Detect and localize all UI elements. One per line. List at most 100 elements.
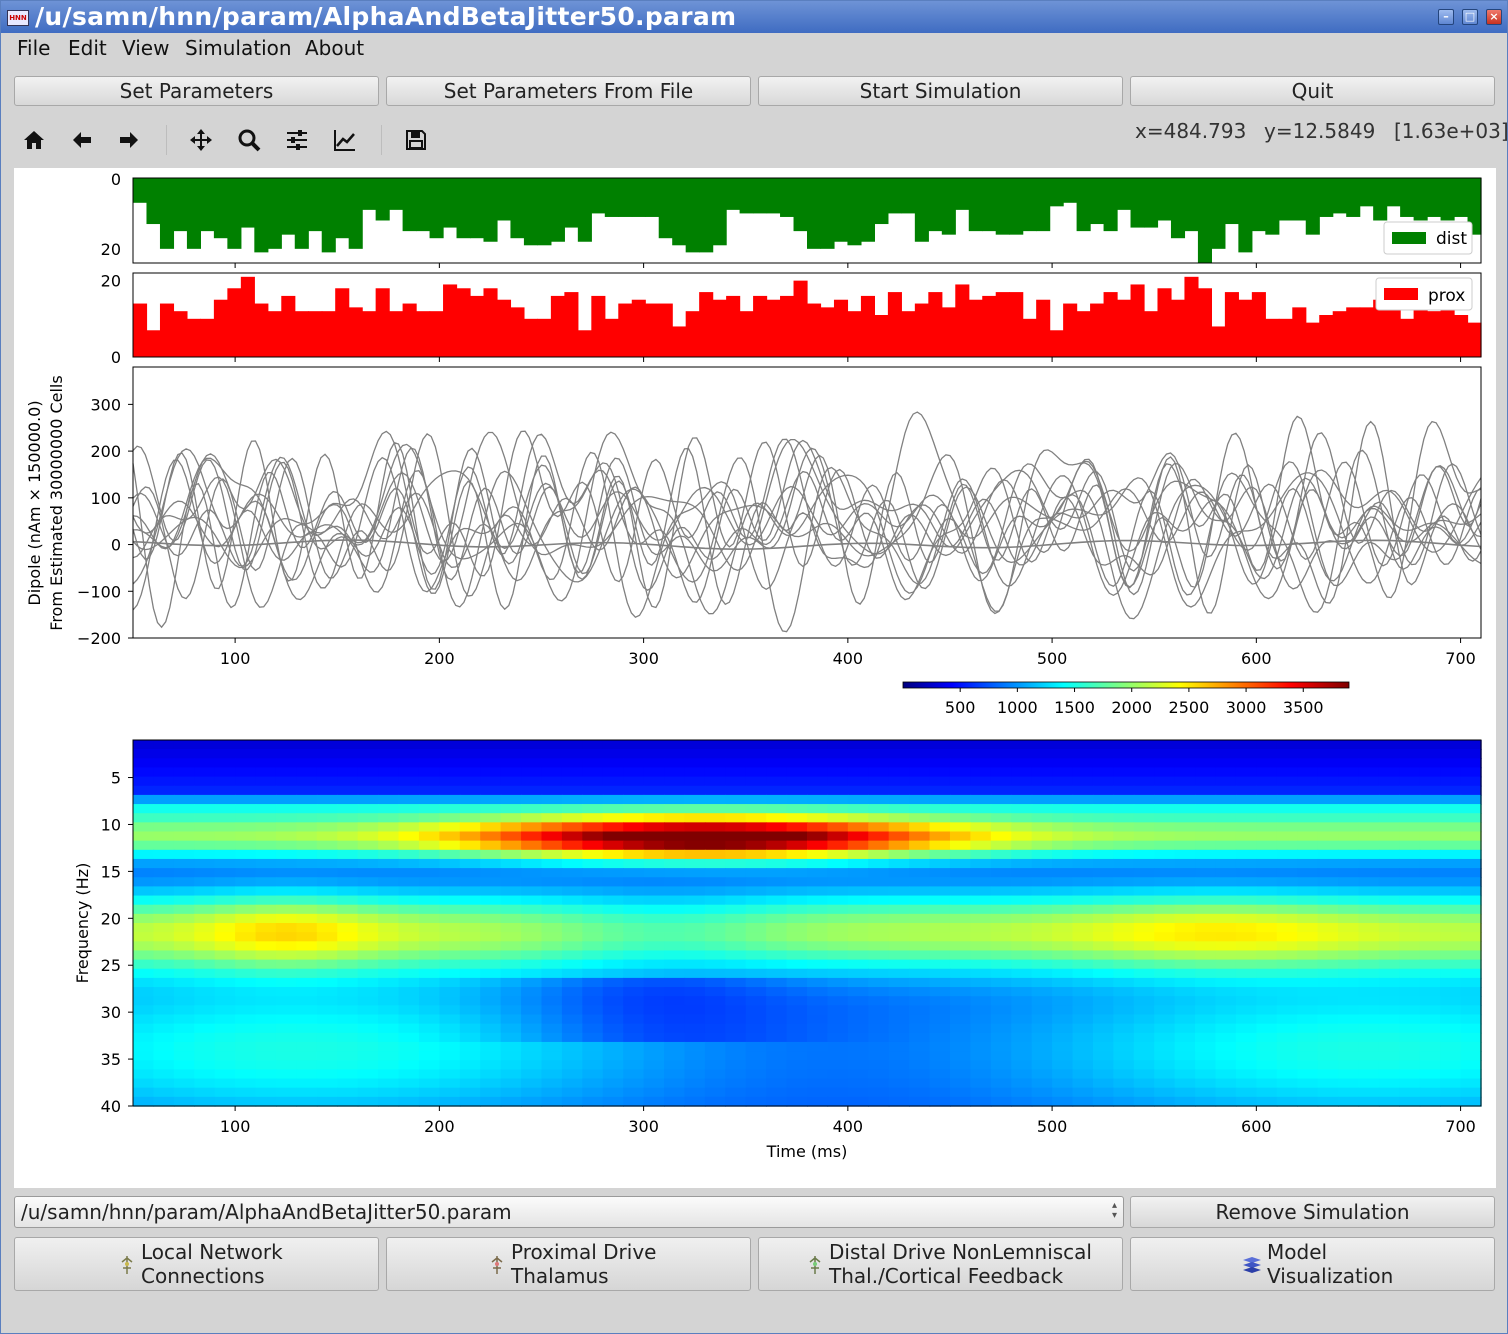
heatmap-cell — [1235, 758, 1258, 769]
dist-bar — [1305, 178, 1320, 235]
y-axis-label: Dipole (nAm × 150000.0) — [25, 400, 44, 605]
heatmap-cell — [827, 968, 849, 979]
heatmap-cell — [1378, 831, 1401, 842]
heatmap-cell — [623, 1014, 645, 1025]
close-button[interactable]: × — [1486, 9, 1502, 25]
heatmap-cell — [1378, 932, 1401, 942]
heatmap-cell — [1113, 1023, 1135, 1034]
heatmap-cell — [418, 1087, 441, 1098]
menu-file[interactable]: File — [17, 36, 50, 60]
dist-bar — [1346, 178, 1361, 217]
heatmap-cell — [909, 822, 931, 833]
title-bar[interactable]: HNN /u/samn/hnn/param/AlphaAndBetaJitter… — [1, 1, 1507, 33]
configure-subplots-icon[interactable] — [280, 123, 314, 157]
minimize-button[interactable]: – — [1438, 9, 1454, 25]
distal-drive-button[interactable]: Distal Drive NonLemniscal Thal./Cortical… — [758, 1237, 1123, 1291]
heatmap-cell — [1440, 923, 1462, 933]
proximal-drive-button[interactable]: Proximal Drive Thalamus — [386, 1237, 751, 1291]
heatmap-cell — [1338, 1051, 1360, 1061]
set-parameters-from-file-button[interactable]: Set Parameters From File — [386, 76, 751, 106]
heatmap-cell — [664, 1078, 686, 1089]
heatmap-cell — [1133, 959, 1155, 970]
home-icon[interactable] — [17, 123, 51, 157]
save-icon[interactable] — [399, 123, 433, 157]
heatmap-cell — [1276, 785, 1298, 796]
heatmap-cell — [357, 1041, 379, 1052]
heatmap-cell — [480, 987, 502, 997]
set-parameters-button[interactable]: Set Parameters — [14, 76, 379, 106]
heatmap-cell — [1031, 877, 1053, 888]
heatmap-cell — [1358, 1060, 1380, 1071]
heatmap-cell — [643, 758, 665, 769]
heatmap-cell — [1460, 1023, 1482, 1034]
heatmap-cell — [664, 858, 686, 869]
heatmap-cell — [1276, 1032, 1298, 1043]
heatmap-cell — [1460, 758, 1482, 769]
heatmap-cell — [1052, 968, 1074, 979]
heatmap-cell — [990, 767, 1012, 778]
menu-about[interactable]: About — [305, 36, 364, 60]
heatmap-cell — [296, 932, 318, 942]
remove-simulation-button[interactable]: Remove Simulation — [1130, 1196, 1495, 1228]
heatmap-cell — [827, 1096, 849, 1107]
heatmap-cell — [1154, 1087, 1176, 1098]
heatmap-cell — [1174, 1051, 1196, 1061]
heatmap-cell — [868, 776, 890, 787]
heatmap-cell — [255, 877, 277, 888]
heatmap-cell — [990, 858, 1012, 869]
menu-edit[interactable]: Edit — [68, 36, 107, 60]
heatmap-cell — [1195, 858, 1217, 869]
dist-bar — [321, 178, 336, 253]
local-network-connections-button[interactable]: Local Network Connections — [14, 1237, 379, 1291]
dist-bar — [995, 178, 1010, 235]
heatmap-cell — [582, 977, 604, 988]
menu-view[interactable]: View — [122, 36, 169, 60]
heatmap-cell — [255, 886, 277, 897]
heatmap-cell — [1072, 941, 1094, 952]
x-tick-label: 400 — [833, 1117, 864, 1136]
x-tick-label: 500 — [1037, 649, 1068, 668]
heatmap-cell — [255, 941, 277, 952]
heatmap-cell — [766, 785, 788, 796]
heatmap-cell — [541, 886, 563, 897]
heatmap-cell — [521, 740, 543, 750]
heatmap-cell — [1358, 794, 1380, 805]
model-visualization-button[interactable]: Model Visualization — [1130, 1237, 1495, 1291]
heatmap-cell — [1378, 840, 1401, 851]
simulation-select[interactable]: /u/samn/hnn/param/AlphaAndBetaJitter50.p… — [14, 1196, 1124, 1228]
heatmap-cell — [1133, 968, 1155, 979]
heatmap-cell — [1297, 1005, 1319, 1016]
zoom-icon[interactable] — [232, 123, 266, 157]
edit-axes-icon[interactable] — [328, 123, 362, 157]
prox-bar — [1332, 311, 1347, 357]
figure-svg[interactable]: 020dist 020prox 3002001000−100−200100 200… — [14, 168, 1496, 1188]
heatmap-cell — [949, 804, 972, 814]
start-simulation-button[interactable]: Start Simulation — [758, 76, 1123, 106]
heatmap-cell — [868, 959, 890, 970]
heatmap-cell — [1133, 813, 1155, 824]
pan-icon[interactable] — [184, 123, 218, 157]
heatmap-cell — [847, 776, 869, 787]
heatmap-cell — [500, 785, 522, 796]
heatmap-cell — [357, 1078, 379, 1089]
back-icon[interactable] — [65, 123, 99, 157]
forward-icon[interactable] — [112, 123, 146, 157]
maximize-button[interactable]: □ — [1462, 9, 1478, 25]
heatmap-cell — [173, 1051, 195, 1061]
heatmap-cell — [521, 895, 543, 906]
heatmap-cell — [766, 1032, 788, 1043]
heatmap-cell — [847, 1051, 869, 1061]
heatmap-cell — [1195, 923, 1217, 933]
figure-canvas[interactable]: 0 20 dist 0 20 prox 300 200 100 0 −100 −200 100 200… — [14, 168, 1496, 1188]
heatmap-cell — [1154, 831, 1176, 842]
heatmap-cell — [664, 749, 686, 759]
heatmap-cell — [194, 977, 216, 988]
heatmap-cell — [1338, 877, 1360, 888]
heatmap-cell — [970, 877, 992, 888]
heatmap-cell — [1154, 758, 1176, 769]
dist-bar — [847, 178, 862, 246]
heatmap-cell — [1174, 1078, 1196, 1089]
quit-button[interactable]: Quit — [1130, 76, 1495, 106]
heatmap-cell — [296, 913, 318, 924]
menu-simulation[interactable]: Simulation — [185, 36, 292, 60]
